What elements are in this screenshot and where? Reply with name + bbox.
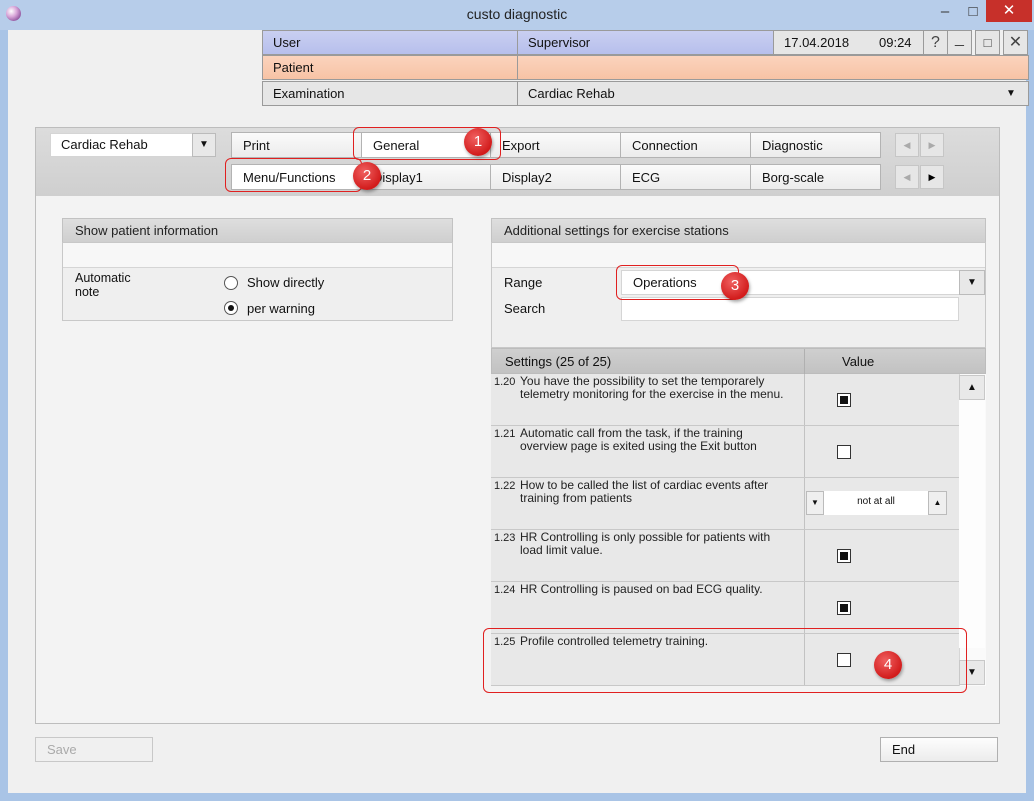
datetime-cell: 17.04.2018 09:24 — [773, 30, 924, 55]
app-minimize-button[interactable]: _ — [947, 30, 972, 55]
patient-info-header: Show patient information — [62, 218, 453, 243]
save-button[interactable]: Save — [35, 737, 153, 762]
automatic-note-label: Automatic note — [75, 271, 131, 299]
app-close-button[interactable]: ✕ — [1003, 30, 1028, 55]
row-number: 1.23 — [494, 532, 516, 544]
table-row: 1.21 Automatic call from the task, if th… — [491, 426, 959, 478]
module-select-value: Cardiac Rehab — [61, 137, 148, 152]
callout-badge-4: 4 — [874, 651, 902, 679]
chevron-down-icon: ▼ — [967, 277, 977, 288]
value-column-header: Value — [842, 354, 875, 369]
chevron-down-icon: ▼ — [199, 139, 209, 150]
callout-badge-1: 1 — [464, 128, 492, 156]
chevron-up-icon: ▲ — [933, 498, 942, 507]
tab-export[interactable]: Export — [490, 132, 621, 158]
table-row: 1.22 How to be called the list of cardia… — [491, 478, 959, 530]
per-warning-label[interactable]: per warning — [247, 301, 315, 316]
row-number: 1.22 — [494, 480, 516, 492]
tab-borg-scale[interactable]: Borg-scale — [750, 164, 881, 190]
date-text: 17.04.2018 — [784, 35, 850, 50]
app-restore-button[interactable]: □ — [975, 30, 1000, 55]
settings-column-header: Settings (25 of 25) — [505, 354, 612, 369]
value-cell — [804, 582, 959, 633]
search-label: Search — [504, 301, 546, 316]
tabs-row2-prev-button[interactable]: ◀ — [895, 165, 919, 189]
setting-checkbox[interactable] — [837, 549, 851, 563]
settings-table-header: Settings (25 of 25) Value — [491, 348, 986, 374]
value-cell — [804, 426, 959, 477]
maximize-button[interactable]: □ — [958, 2, 988, 24]
value-cell — [804, 374, 959, 425]
tabs-row2-next-button[interactable]: ▶ — [920, 165, 944, 189]
additional-blank-row — [492, 243, 985, 268]
chevron-down-icon: ▼ — [811, 498, 819, 507]
table-row: 1.23 HR Controlling is only possible for… — [491, 530, 959, 582]
column-divider — [804, 349, 805, 374]
callout-box-menu-functions — [225, 158, 362, 192]
setting-checkbox[interactable] — [837, 601, 851, 615]
end-button[interactable]: End — [880, 737, 998, 762]
tab-connection[interactable]: Connection — [620, 132, 751, 158]
search-input[interactable] — [621, 297, 959, 321]
time-text: 09:24 — [879, 35, 912, 50]
tab-ecg[interactable]: ECG — [620, 164, 751, 190]
tab-diagnostic[interactable]: Diagnostic — [750, 132, 881, 158]
table-row: 1.24 HR Controlling is paused on bad ECG… — [491, 582, 959, 634]
patient-value[interactable] — [517, 55, 1029, 80]
module-select[interactable]: Cardiac Rehab — [50, 133, 193, 157]
show-directly-radio[interactable] — [224, 276, 238, 290]
scroll-up-button[interactable]: ▲ — [959, 375, 985, 400]
row-text: HR Controlling is only possible for pati… — [520, 530, 771, 557]
tabs-row1-prev-button[interactable]: ◀ — [895, 133, 919, 157]
row-text: HR Controlling is paused on bad ECG qual… — [520, 582, 763, 596]
window-close-button[interactable]: ✕ — [986, 0, 1032, 22]
table-row: 1.20 You have the possibility to set the… — [491, 374, 959, 426]
patient-info-blank-row — [63, 243, 452, 268]
value-cell: ▼ not at all ▲ — [804, 478, 959, 529]
chevron-up-icon: ▲ — [967, 382, 977, 393]
user-label: User — [262, 30, 518, 55]
help-button[interactable]: ? — [923, 30, 948, 55]
callout-badge-3: 3 — [721, 272, 749, 300]
tab-display2[interactable]: Display2 — [490, 164, 621, 190]
row-text: You have the possibility to set the temp… — [520, 374, 784, 401]
window-title: custo diagnostic — [466, 6, 568, 22]
value-cell — [804, 530, 959, 581]
scroll-thumb[interactable] — [959, 400, 985, 648]
range-dropdown-button[interactable]: ▼ — [959, 270, 985, 295]
setting-checkbox[interactable] — [837, 393, 851, 407]
row-text: How to be called the list of cardiac eve… — [520, 478, 769, 505]
row-number: 1.21 — [494, 428, 516, 440]
chevron-down-icon: ▼ — [967, 667, 977, 678]
row-number: 1.24 — [494, 584, 516, 596]
examination-select[interactable]: Cardiac Rehab ▼ — [517, 81, 1029, 106]
minimize-button[interactable]: – — [930, 2, 960, 24]
show-directly-label[interactable]: Show directly — [247, 275, 324, 290]
spinner-down-button[interactable]: ▼ — [806, 491, 824, 515]
setting-checkbox[interactable] — [837, 445, 851, 459]
tab-print[interactable]: Print — [231, 132, 362, 158]
examination-value: Cardiac Rehab — [528, 86, 615, 101]
row-number: 1.20 — [494, 376, 516, 388]
user-value: Supervisor — [517, 30, 774, 55]
range-label: Range — [504, 275, 543, 290]
spinner-up-button[interactable]: ▲ — [928, 491, 947, 515]
callout-badge-2: 2 — [353, 162, 381, 190]
per-warning-radio[interactable] — [224, 301, 238, 315]
additional-settings-header: Additional settings for exercise station… — [491, 218, 986, 243]
module-dropdown-button[interactable]: ▼ — [192, 133, 216, 157]
spinner-value: not at all — [824, 491, 928, 515]
chevron-down-icon[interactable]: ▼ — [1006, 82, 1016, 106]
tabs-row1-next-button[interactable]: ▶ — [920, 133, 944, 157]
patient-label[interactable]: Patient — [262, 55, 518, 80]
examination-label: Examination — [262, 81, 518, 106]
row-text: Automatic call from the task, if the tra… — [520, 426, 757, 453]
